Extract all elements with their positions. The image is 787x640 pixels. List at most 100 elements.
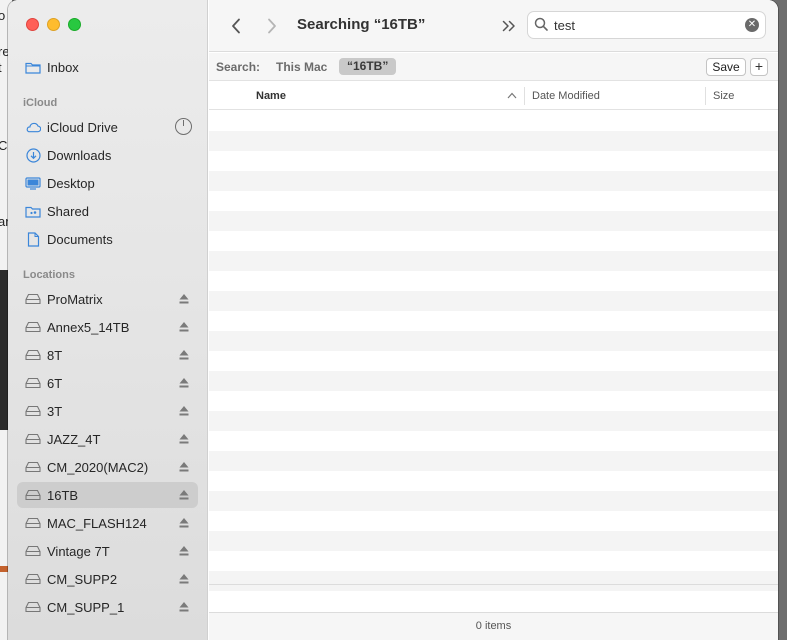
column-size[interactable]: Size (713, 82, 734, 110)
sidebar-item-inbox[interactable]: Inbox (17, 54, 198, 80)
drive-icon (25, 599, 41, 615)
status-bar: 0 items (209, 612, 778, 640)
chevron-left-icon (232, 18, 240, 34)
empty-list-row (209, 351, 778, 371)
empty-list-row (209, 431, 778, 451)
empty-list-row (209, 391, 778, 411)
eject-icon[interactable] (179, 377, 189, 389)
eject-icon[interactable] (179, 349, 189, 361)
finder-window: Inbox iCloud iCloud Drive Downloads Desk… (8, 0, 778, 640)
zoom-window-button[interactable] (68, 18, 81, 31)
forward-button[interactable] (261, 14, 283, 38)
sidebar-item-location[interactable]: MAC_FLASH124 (17, 510, 198, 536)
empty-list-row (209, 371, 778, 391)
sidebar-section-locations: Locations (23, 269, 75, 281)
empty-list-row (209, 451, 778, 471)
sidebar-item-location[interactable]: CM_2020(MAC2) (17, 454, 198, 480)
empty-list-row (209, 131, 778, 151)
sidebar-item-location[interactable]: JAZZ_4T (17, 426, 198, 452)
sidebar-item-label: 3T (47, 403, 63, 419)
eject-icon[interactable] (179, 517, 189, 529)
eject-icon[interactable] (179, 433, 189, 445)
search-scope-bar: Search: This Mac “16TB” Save + (209, 53, 778, 81)
eject-icon[interactable] (179, 573, 189, 585)
sidebar-item-location[interactable]: 3T (17, 398, 198, 424)
toolbar-overflow-button[interactable] (500, 15, 518, 37)
empty-list-row (209, 211, 778, 231)
empty-list-row (209, 191, 778, 211)
sidebar: Inbox iCloud iCloud Drive Downloads Desk… (8, 0, 208, 640)
eject-icon[interactable] (179, 601, 189, 613)
sidebar-item-label: CM_SUPP_1 (47, 599, 125, 615)
empty-list-row (209, 251, 778, 271)
save-search-button[interactable]: Save (706, 58, 746, 76)
eject-icon[interactable] (179, 321, 189, 333)
sidebar-item-label: Desktop (47, 175, 95, 191)
empty-list-row (209, 311, 778, 331)
column-separator[interactable] (524, 87, 525, 105)
file-list[interactable] (209, 111, 778, 591)
sidebar-item-location[interactable]: 8T (17, 342, 198, 368)
close-window-button[interactable] (26, 18, 39, 31)
sidebar-item-location[interactable]: Vintage 7T (17, 538, 198, 564)
empty-list-row (209, 291, 778, 311)
drive-icon (25, 291, 41, 307)
drive-icon (25, 319, 41, 335)
drive-icon (25, 487, 41, 503)
empty-list-row (209, 151, 778, 171)
eject-icon[interactable] (179, 405, 189, 417)
sidebar-item-label: Documents (47, 231, 113, 247)
background-text-fragment: o (0, 8, 6, 23)
clear-search-icon[interactable]: ✕ (745, 18, 759, 32)
sidebar-item-location[interactable]: Annex5_14TB (17, 314, 198, 340)
drive-icon (25, 375, 41, 391)
sidebar-item-location[interactable]: ProMatrix (17, 286, 198, 312)
sidebar-item-documents[interactable]: Documents (17, 226, 198, 252)
scope-16tb-button[interactable]: “16TB” (339, 58, 397, 75)
document-icon (25, 231, 41, 247)
column-name[interactable]: Name (256, 82, 286, 110)
sidebar-item-downloads[interactable]: Downloads (17, 142, 198, 168)
sidebar-item-label: CM_2020(MAC2) (47, 459, 149, 475)
search-input[interactable]: test (554, 18, 575, 33)
desktop-icon (25, 175, 41, 191)
sidebar-item-label: Annex5_14TB (47, 319, 130, 335)
sidebar-item-location[interactable]: CM_SUPP2 (17, 566, 198, 592)
sidebar-item-label: Vintage 7T (47, 543, 110, 559)
eject-icon[interactable] (179, 293, 189, 305)
back-button[interactable] (225, 14, 247, 38)
window-controls (26, 18, 81, 31)
sidebar-item-icloud-drive[interactable]: iCloud Drive (17, 114, 198, 140)
sidebar-item-label: 6T (47, 375, 63, 391)
drive-icon (25, 459, 41, 475)
add-criteria-button[interactable]: + (750, 58, 768, 76)
sidebar-item-shared[interactable]: Shared (17, 198, 198, 224)
search-field[interactable]: test ✕ (527, 11, 766, 39)
drive-icon (25, 431, 41, 447)
download-icon (25, 147, 41, 163)
double-chevron-icon (502, 20, 515, 32)
chevron-right-icon (268, 18, 276, 34)
minimize-window-button[interactable] (47, 18, 60, 31)
toolbar: Searching “16TB” test ✕ (209, 0, 778, 52)
eject-icon[interactable] (179, 489, 189, 501)
drive-icon (25, 347, 41, 363)
sidebar-section-icloud: iCloud (23, 97, 58, 109)
drive-icon (25, 403, 41, 419)
column-separator[interactable] (705, 87, 706, 105)
sidebar-item-label: ProMatrix (47, 291, 103, 307)
scope-this-mac-button[interactable]: This Mac (276, 60, 327, 74)
shared-folder-icon (25, 203, 41, 219)
column-date-modified[interactable]: Date Modified (532, 82, 600, 110)
sidebar-item-location[interactable]: 16TB (17, 482, 198, 508)
empty-list-row (209, 171, 778, 191)
empty-list-row (209, 471, 778, 491)
sidebar-item-location[interactable]: 6T (17, 370, 198, 396)
sidebar-item-desktop[interactable]: Desktop (17, 170, 198, 196)
eject-icon[interactable] (179, 461, 189, 473)
sidebar-item-location[interactable]: CM_SUPP_1 (17, 594, 198, 620)
background-text-fragment: C (0, 138, 8, 153)
empty-list-row (209, 411, 778, 431)
eject-icon[interactable] (179, 545, 189, 557)
empty-list-row (209, 551, 778, 571)
